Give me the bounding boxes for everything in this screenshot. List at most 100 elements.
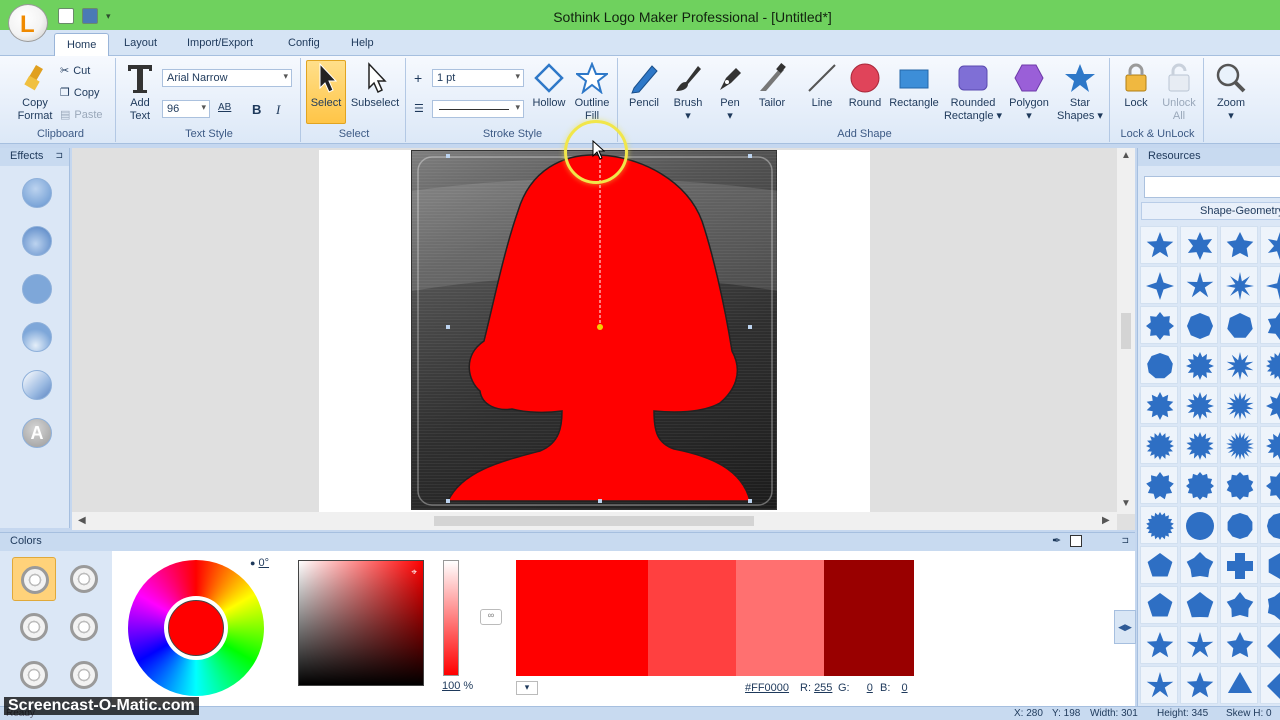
cut-button[interactable]: ✂ Cut <box>60 64 90 78</box>
scroll-up-icon[interactable]: ▲ <box>1121 150 1131 161</box>
swatch-2[interactable] <box>648 560 736 676</box>
subselect-tool-button[interactable]: Subselect <box>349 62 401 110</box>
scroll-right-icon[interactable]: ▶ <box>1102 515 1110 526</box>
round-button[interactable]: Round <box>842 62 888 110</box>
zoom-button[interactable]: Zoom ▾ <box>1208 62 1254 123</box>
effect-text-icon[interactable]: A <box>22 418 52 448</box>
italic-button[interactable]: I <box>276 102 280 118</box>
shape-preset-icon[interactable] <box>1220 546 1258 584</box>
effect-glossy-icon[interactable] <box>22 178 52 208</box>
shape-preset-icon[interactable] <box>1260 506 1280 544</box>
shape-preset-icon[interactable] <box>1260 586 1280 624</box>
copy-format-button[interactable]: Copy Format <box>10 62 60 123</box>
add-text-button[interactable]: Add Text <box>122 62 158 123</box>
shape-preset-icon[interactable] <box>1180 386 1218 424</box>
effect-gradient-icon[interactable] <box>22 370 52 400</box>
tab-home[interactable]: Home <box>54 33 110 57</box>
saturation-picker[interactable]: ⌖ <box>298 560 424 686</box>
rounded-rectangle-button[interactable]: Rounded Rectangle ▾ <box>942 62 1004 123</box>
unlock-all-button[interactable]: Unlock All <box>1158 62 1200 123</box>
shape-preset-icon[interactable] <box>1180 266 1218 304</box>
brush-button[interactable]: Brush ▾ <box>666 62 710 123</box>
shape-preset-icon[interactable] <box>1180 226 1218 264</box>
swatch-3[interactable] <box>736 560 824 676</box>
shape-preset-icon[interactable] <box>1260 666 1280 704</box>
swatch-4[interactable] <box>824 560 914 676</box>
shape-preset-icon[interactable] <box>1140 306 1178 344</box>
horizontal-scroll-thumb[interactable] <box>434 516 754 526</box>
shape-preset-icon[interactable] <box>1180 426 1218 464</box>
preset-radial-2[interactable] <box>62 557 106 601</box>
swatch-dropdown[interactable]: ▾ <box>516 681 538 695</box>
polygon-button[interactable]: Polygon ▾ <box>1004 62 1054 123</box>
shape-preset-icon[interactable] <box>1140 586 1178 624</box>
shape-preset-icon[interactable] <box>1260 466 1280 504</box>
resources-search-input[interactable] <box>1144 176 1280 198</box>
color-wheel[interactable] <box>128 560 264 696</box>
shape-preset-icon[interactable] <box>1220 386 1258 424</box>
shape-preset-icon[interactable] <box>1260 546 1280 584</box>
lock-button[interactable]: Lock <box>1116 62 1156 110</box>
shape-preset-icon[interactable] <box>1260 226 1280 264</box>
shape-preset-icon[interactable] <box>1140 346 1178 384</box>
pen-button[interactable]: Pen ▾ <box>708 62 752 123</box>
preset-radial-5[interactable] <box>12 653 56 697</box>
shape-preset-icon[interactable] <box>1220 426 1258 464</box>
text-case-button[interactable]: AB <box>218 102 231 113</box>
shape-preset-icon[interactable] <box>1180 626 1218 664</box>
blue-value[interactable]: B: 0 <box>880 682 908 694</box>
shape-preset-icon[interactable] <box>1260 266 1280 304</box>
resources-category-select[interactable]: Shape-Geometry <box>1141 202 1280 220</box>
tab-import-export[interactable]: Import/Export <box>187 36 253 56</box>
shape-preset-icon[interactable] <box>1260 346 1280 384</box>
scroll-left-icon[interactable]: ◀ <box>78 515 86 526</box>
paste-button[interactable]: ▤ Paste <box>60 108 103 122</box>
shape-preset-icon[interactable] <box>1260 386 1280 424</box>
tab-help[interactable]: Help <box>351 36 374 56</box>
tab-config[interactable]: Config <box>288 36 320 56</box>
stroke-width-select[interactable]: 1 pt <box>432 69 524 87</box>
font-family-select[interactable]: Arial Narrow <box>162 69 292 87</box>
bold-button[interactable]: B <box>252 102 261 117</box>
tab-layout[interactable]: Layout <box>124 36 157 56</box>
pin-icon[interactable]: ⊐ <box>55 150 63 161</box>
pencil-button[interactable]: Pencil <box>622 62 666 110</box>
shape-preset-icon[interactable] <box>1140 266 1178 304</box>
shape-preset-icon[interactable] <box>1140 226 1178 264</box>
shape-preset-icon[interactable] <box>1180 346 1218 384</box>
select-tool-button[interactable]: Select <box>306 62 346 110</box>
shape-preset-icon[interactable] <box>1140 386 1178 424</box>
shape-preset-icon[interactable] <box>1140 666 1178 704</box>
shape-preset-icon[interactable] <box>1220 626 1258 664</box>
effect-shadow-icon[interactable] <box>22 322 52 352</box>
red-value[interactable]: R: 255 <box>800 682 832 694</box>
alpha-slider[interactable] <box>443 560 459 676</box>
shape-preset-icon[interactable] <box>1140 426 1178 464</box>
canvas-area[interactable]: ▲ ▼ ◀ ▶ <box>72 148 1135 530</box>
preset-radial-1[interactable] <box>12 557 56 601</box>
collapse-panel-icon[interactable]: ◀▶ <box>1114 610 1136 644</box>
swatch-1[interactable] <box>516 560 648 676</box>
vertical-scrollbar[interactable]: ▲ ▼ <box>1117 148 1135 514</box>
shape-preset-icon[interactable] <box>1260 306 1280 344</box>
shape-preset-icon[interactable] <box>1140 506 1178 544</box>
green-value[interactable]: G: 0 <box>838 682 873 694</box>
stroke-type-select[interactable] <box>432 100 524 118</box>
shape-preset-icon[interactable] <box>1260 426 1280 464</box>
colors-pin-icon[interactable]: ⊐ <box>1121 535 1129 546</box>
scroll-down-icon[interactable]: ▼ <box>1121 498 1131 509</box>
shape-preset-icon[interactable] <box>1180 666 1218 704</box>
shape-preset-icon[interactable] <box>1180 506 1218 544</box>
star-shapes-button[interactable]: Star Shapes ▾ <box>1054 62 1106 123</box>
shape-preset-icon[interactable] <box>1180 466 1218 504</box>
artboard[interactable] <box>411 150 778 511</box>
line-button[interactable]: Line <box>800 62 844 110</box>
hollow-button[interactable]: Hollow <box>528 62 570 110</box>
outline-fill-button[interactable]: Outline Fill <box>570 62 614 123</box>
shape-preset-icon[interactable] <box>1220 306 1258 344</box>
alpha-value[interactable]: 100 % <box>442 680 473 692</box>
rectangle-button[interactable]: Rectangle <box>886 62 942 110</box>
shape-preset-icon[interactable] <box>1220 466 1258 504</box>
shape-preset-icon[interactable] <box>1180 586 1218 624</box>
shape-preset-icon[interactable] <box>1180 546 1218 584</box>
